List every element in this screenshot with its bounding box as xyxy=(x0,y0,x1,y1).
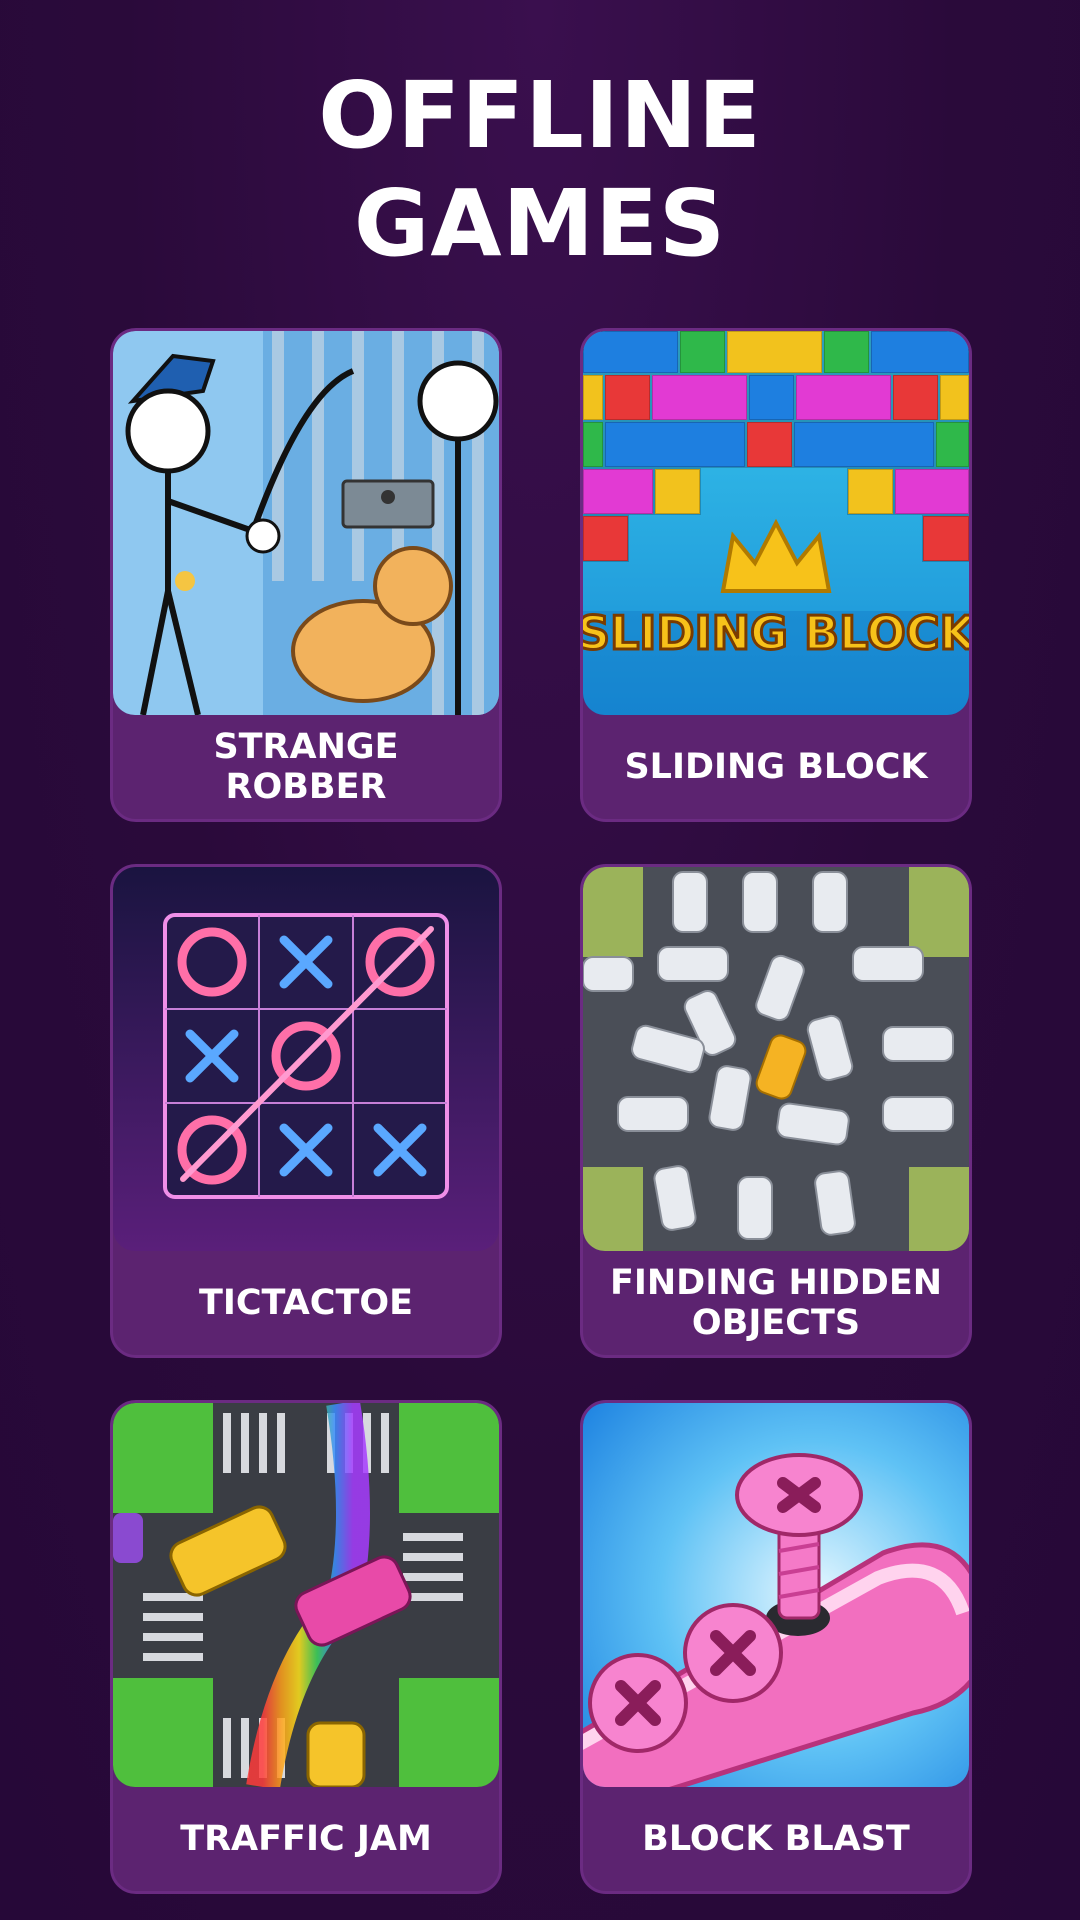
sliding-block-art-text: SLIDING BLOCK xyxy=(583,606,969,660)
title-line-2: GAMES xyxy=(353,170,727,277)
game-title: TICTACTOE xyxy=(198,1283,414,1323)
game-title: TRAFFIC JAM xyxy=(180,1819,432,1859)
game-card-finding-hidden-objects[interactable]: FINDING HIDDEN OBJECTS xyxy=(580,864,972,1358)
offline-games-screen: OFFLINE GAMES STRANGE ROBBER SLIDING BLO… xyxy=(0,0,1080,1920)
game-title: FINDING HIDDEN OBJECTS xyxy=(609,1263,943,1343)
game-card-tictactoe[interactable]: TICTACTOE xyxy=(110,864,502,1358)
title-line-1: OFFLINE xyxy=(318,62,762,169)
game-title: SLIDING BLOCK xyxy=(624,747,928,787)
game-card-block-blast[interactable]: BLOCK BLAST xyxy=(580,1400,972,1894)
game-title: BLOCK BLAST xyxy=(642,1819,910,1859)
pink-screws-icon xyxy=(583,1403,969,1787)
stickman-jail-icon xyxy=(113,331,499,715)
colored-bricks-icon: SLIDING BLOCK xyxy=(583,331,969,715)
parking-cars-icon xyxy=(583,867,969,1251)
page-title: OFFLINE GAMES xyxy=(0,62,1080,278)
game-card-sliding-block[interactable]: SLIDING BLOCK SLIDING BLOCK xyxy=(580,328,972,822)
rainbow-taxi-icon xyxy=(113,1403,499,1787)
game-card-traffic-jam[interactable]: TRAFFIC JAM xyxy=(110,1400,502,1894)
game-title: STRANGE ROBBER xyxy=(213,727,399,807)
neon-tictactoe-icon xyxy=(113,867,499,1251)
game-card-strange-robber[interactable]: STRANGE ROBBER xyxy=(110,328,502,822)
